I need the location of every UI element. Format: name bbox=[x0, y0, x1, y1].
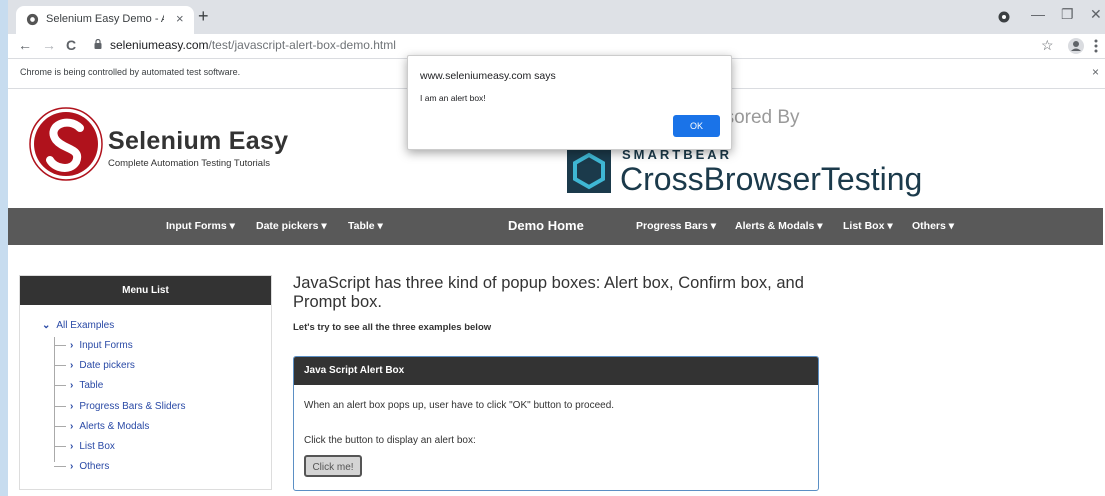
browser-window: Selenium Easy Demo - Automate × + — ❐ ✕ … bbox=[8, 0, 1105, 496]
sidebar-item-label: Alerts & Modals bbox=[79, 421, 150, 432]
js-alert-dialog: www.seleniumeasy.com says I am an alert … bbox=[407, 55, 732, 150]
chevron-right-icon: › bbox=[70, 360, 74, 371]
tree-root-label: All Examples bbox=[56, 320, 115, 331]
tab-close-icon[interactable]: × bbox=[176, 11, 184, 26]
tree-branch bbox=[54, 405, 66, 407]
sidebar-item-label: Table bbox=[79, 380, 104, 391]
sidebar-item-input-forms[interactable]: › Input Forms bbox=[54, 340, 133, 351]
sidebar-item-label: Input Forms bbox=[79, 340, 133, 351]
nav-list-box[interactable]: List Box ▾ bbox=[843, 220, 893, 232]
nav-table[interactable]: Table ▾ bbox=[348, 220, 383, 232]
restore-icon[interactable]: ❐ bbox=[1061, 6, 1074, 23]
tab-title: Selenium Easy Demo - Automate bbox=[46, 13, 164, 25]
panel-description: When an alert box pops up, user have to … bbox=[304, 400, 615, 411]
alert-message: I am an alert box! bbox=[420, 93, 486, 103]
nav-alerts-modals[interactable]: Alerts & Modals ▾ bbox=[735, 220, 823, 232]
crossbrowsertesting-logo-icon[interactable] bbox=[566, 148, 612, 194]
nav-others[interactable]: Others ▾ bbox=[912, 220, 954, 232]
alert-ok-button[interactable]: OK bbox=[673, 115, 720, 137]
sidebar-item-label: List Box bbox=[79, 441, 115, 452]
tree-branch bbox=[54, 384, 66, 386]
back-icon[interactable]: ← bbox=[18, 37, 32, 53]
alert-origin: www.seleniumeasy.com says bbox=[420, 70, 556, 82]
url-path: /test/javascript-alert-box-demo.html bbox=[208, 38, 396, 52]
tree-branch bbox=[54, 344, 66, 346]
nav-progress-bars[interactable]: Progress Bars ▾ bbox=[636, 220, 716, 232]
tab-strip: Selenium Easy Demo - Automate × + — ❐ ✕ bbox=[8, 0, 1105, 34]
tree-branch bbox=[54, 465, 66, 467]
page-subheading: Let's try to see all the three examples … bbox=[293, 322, 492, 333]
sidebar-item-list-box[interactable]: › List Box bbox=[54, 441, 115, 452]
browser-tab[interactable]: Selenium Easy Demo - Automate × bbox=[16, 6, 194, 34]
sponsor-brand-big[interactable]: CrossBrowserTesting bbox=[620, 161, 922, 198]
chevron-right-icon: › bbox=[70, 441, 74, 452]
close-icon[interactable]: ✕ bbox=[1090, 6, 1102, 23]
web-page: Selenium Easy Complete Automation Testin… bbox=[8, 89, 1105, 496]
page-heading: JavaScript has three kind of popup boxes… bbox=[293, 274, 804, 311]
tree-root-all-examples[interactable]: ⌄ All Examples bbox=[42, 320, 114, 331]
chevron-right-icon: › bbox=[70, 401, 74, 412]
chevron-right-icon: › bbox=[70, 380, 74, 391]
bookmark-star-icon[interactable]: ☆ bbox=[1041, 37, 1054, 54]
nav-input-forms[interactable]: Input Forms ▾ bbox=[166, 220, 235, 232]
sidebar-item-label: Progress Bars & Sliders bbox=[79, 401, 186, 412]
alert-box-panel: Java Script Alert Box When an alert box … bbox=[293, 356, 819, 491]
tree-branch bbox=[54, 445, 66, 447]
infobar-close-icon[interactable]: × bbox=[1092, 65, 1099, 79]
minimize-icon[interactable]: — bbox=[1031, 6, 1045, 22]
tree-branch bbox=[54, 364, 66, 366]
main-navbar: Input Forms ▾ Date pickers ▾ Table ▾ Dem… bbox=[8, 208, 1103, 245]
selenium-easy-logo-icon bbox=[29, 107, 103, 181]
brand-tagline: Complete Automation Testing Tutorials bbox=[108, 158, 270, 169]
nav-date-pickers[interactable]: Date pickers ▾ bbox=[256, 220, 327, 232]
sidebar-menu: Menu List ⌄ All Examples › Input Forms › Da… bbox=[19, 275, 272, 490]
sidebar-item-progress-bars[interactable]: › Progress Bars & Sliders bbox=[54, 401, 186, 412]
chevron-down-icon: ⌄ bbox=[42, 320, 51, 331]
sidebar-item-label: Date pickers bbox=[79, 360, 135, 371]
nav-demo-home[interactable]: Demo Home bbox=[508, 218, 584, 233]
infobar-text: Chrome is being controlled by automated … bbox=[20, 67, 241, 77]
chevron-right-icon: › bbox=[70, 461, 74, 472]
brand-name: Selenium Easy bbox=[108, 127, 289, 155]
sidebar-title: Menu List bbox=[20, 276, 271, 305]
favicon-icon bbox=[26, 13, 39, 26]
chevron-right-icon: › bbox=[70, 340, 74, 351]
tree-branch bbox=[54, 425, 66, 427]
click-me-button[interactable]: Click me! bbox=[304, 455, 362, 477]
panel-instruction: Click the button to display an alert box… bbox=[304, 435, 476, 446]
sidebar-item-alerts-modals[interactable]: › Alerts & Modals bbox=[54, 421, 149, 432]
sidebar-item-label: Others bbox=[79, 461, 110, 472]
menu-dots-icon[interactable] bbox=[1094, 39, 1098, 53]
profile-icon[interactable] bbox=[998, 11, 1010, 23]
lock-icon bbox=[94, 39, 102, 49]
chevron-right-icon: › bbox=[70, 421, 74, 432]
sidebar-item-table[interactable]: › Table bbox=[54, 380, 103, 391]
new-tab-icon[interactable]: + bbox=[198, 6, 209, 27]
account-icon[interactable] bbox=[1068, 38, 1084, 54]
sidebar-item-date-pickers[interactable]: › Date pickers bbox=[54, 360, 135, 371]
sidebar-item-others[interactable]: › Others bbox=[54, 461, 109, 472]
panel-title: Java Script Alert Box bbox=[294, 357, 818, 385]
forward-icon[interactable]: → bbox=[42, 37, 56, 53]
reload-icon[interactable]: C bbox=[66, 37, 76, 53]
address-bar[interactable]: seleniumeasy.com/test/javascript-alert-b… bbox=[110, 38, 396, 52]
url-host: seleniumeasy.com bbox=[110, 38, 209, 52]
